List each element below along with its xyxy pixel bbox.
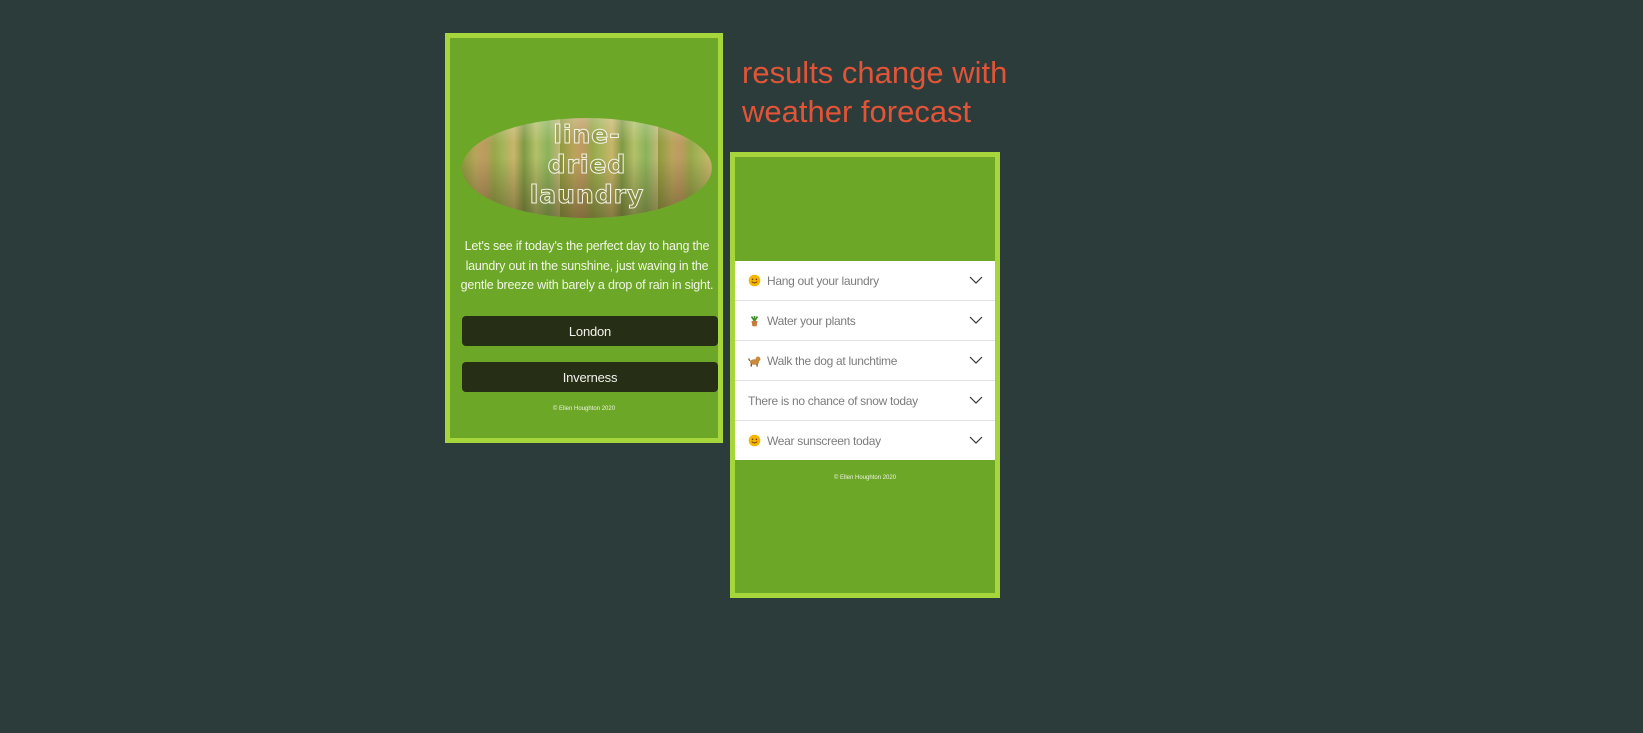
result-row-plants[interactable]: Water your plants <box>735 301 995 341</box>
results-list: Hang out your laundry Water your plants … <box>735 261 995 460</box>
dog-icon <box>748 354 761 367</box>
smiling-sun-icon <box>748 274 761 287</box>
chevron-down-icon[interactable] <box>969 354 983 368</box>
result-row-snow[interactable]: There is no chance of snow today <box>735 381 995 421</box>
copyright-footer: © Ellen Houghton 2020 <box>833 475 897 481</box>
city-button-london[interactable]: London <box>462 316 718 346</box>
copyright-footer: © Ellen Houghton 2020 <box>552 406 616 412</box>
chevron-down-icon[interactable] <box>969 434 983 448</box>
potted-plant-icon <box>748 314 761 327</box>
laundry-hero-image: line- dried laundry <box>462 118 712 218</box>
app-logo: line- dried laundry <box>529 120 645 210</box>
result-row-sunscreen[interactable]: Wear sunscreen today <box>735 421 995 460</box>
smiling-sun-icon <box>748 434 761 447</box>
home-screen-card: line- dried laundry Let's see if today's… <box>445 33 723 443</box>
result-label: There is no chance of snow today <box>748 393 918 408</box>
results-screen-card: Hang out your laundry Water your plants … <box>730 152 1000 598</box>
result-row-dog[interactable]: Walk the dog at lunchtime <box>735 341 995 381</box>
result-label: Walk the dog at lunchtime <box>767 353 898 368</box>
result-label: Water your plants <box>767 313 856 328</box>
result-row-laundry[interactable]: Hang out your laundry <box>735 261 995 301</box>
chevron-down-icon[interactable] <box>969 274 983 288</box>
chevron-down-icon[interactable] <box>969 314 983 328</box>
annotation-text: results change with weather forecast <box>742 55 1008 129</box>
intro-text: Let's see if today's the perfect day to … <box>460 239 714 292</box>
result-label: Hang out your laundry <box>767 273 879 288</box>
result-label: Wear sunscreen today <box>767 433 881 448</box>
city-button-inverness[interactable]: Inverness <box>462 362 718 392</box>
chevron-down-icon[interactable] <box>969 394 983 408</box>
